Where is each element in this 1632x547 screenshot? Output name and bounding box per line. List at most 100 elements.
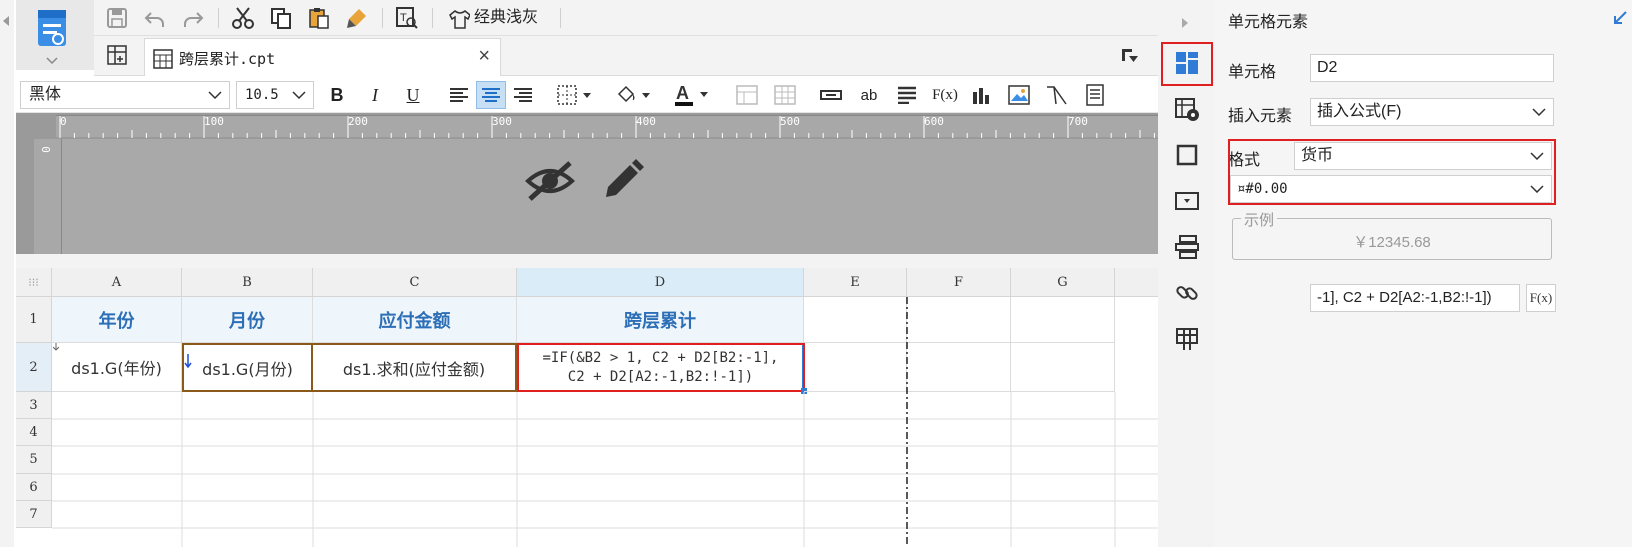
align-left-icon[interactable] xyxy=(446,81,472,109)
row-header-5[interactable]: 5 xyxy=(16,446,52,474)
cell-f2[interactable] xyxy=(907,343,1011,392)
cell-g2[interactable] xyxy=(1011,343,1115,392)
insert-richtext-icon[interactable] xyxy=(894,81,920,109)
column-header-a[interactable]: A xyxy=(52,268,182,297)
insert-slash-icon[interactable] xyxy=(1044,81,1070,109)
border-select-icon[interactable] xyxy=(556,81,596,109)
fill-color-icon[interactable] xyxy=(612,81,656,109)
italic-button[interactable]: I xyxy=(362,81,388,109)
hyperlink-icon[interactable] xyxy=(1172,278,1202,308)
insert-element-select[interactable]: 插入公式(F) xyxy=(1310,98,1554,126)
spreadsheet-grid: ⁝⁝⁝ A B C D E F G 1 2 3 4 5 6 7 年份 月份 应付… xyxy=(16,268,1182,547)
edit-pencil-icon[interactable] xyxy=(598,157,646,205)
row-header-6[interactable]: 6 xyxy=(16,474,52,501)
ruler-tick-label: 500 xyxy=(780,115,800,128)
sample-label: 示例 xyxy=(1241,209,1278,230)
formula-input[interactable]: -1], C2 + D2[A2:-1,B2:!-1]) xyxy=(1310,284,1520,312)
freeze-icon[interactable] xyxy=(1172,324,1202,354)
cut-icon[interactable] xyxy=(228,4,258,32)
cell-attribute-icon[interactable] xyxy=(1172,94,1202,124)
format-painter-icon[interactable] xyxy=(342,4,372,32)
ruler-tick-label: 700 xyxy=(1068,115,1088,128)
undo-icon[interactable] xyxy=(140,4,170,32)
condition-attribute-icon[interactable] xyxy=(1172,232,1202,262)
column-header-f[interactable]: F xyxy=(907,268,1011,297)
cell-b2[interactable]: ds1.G(月份) xyxy=(182,343,313,392)
select-all-corner[interactable]: ⁝⁝⁝ xyxy=(16,268,52,297)
collapse-panel-icon[interactable] xyxy=(1612,10,1628,26)
insert-formula-button[interactable]: F(x) xyxy=(930,81,960,109)
chevron-down-icon xyxy=(205,82,225,108)
font-size-select[interactable]: 10.5 xyxy=(236,81,314,109)
expand-down-icon xyxy=(184,354,192,368)
cell-g1[interactable] xyxy=(1011,297,1115,343)
cell-a1[interactable]: 年份 xyxy=(52,297,182,343)
tab-file[interactable]: 跨层累计.cpt × xyxy=(144,38,501,76)
vertical-ruler: 0 xyxy=(34,139,62,254)
cell-border-icon[interactable] xyxy=(1172,140,1202,170)
column-header-c[interactable]: C xyxy=(313,268,517,297)
unmerge-cells-icon[interactable] xyxy=(772,81,798,109)
vertical-ruler-tick: 0 xyxy=(38,146,52,153)
cell-e2[interactable] xyxy=(804,343,907,392)
font-name-select[interactable]: 黑体 xyxy=(20,81,230,109)
insert-element-label: 插入元素 xyxy=(1228,108,1293,125)
underline-button[interactable]: U xyxy=(400,81,426,109)
column-header-b[interactable]: B xyxy=(182,268,313,297)
cell-a2[interactable]: ds1.G(年份) xyxy=(52,343,182,392)
row-header-4[interactable]: 4 xyxy=(16,419,52,446)
row-header-7[interactable]: 7 xyxy=(16,501,52,528)
column-header-e[interactable]: E xyxy=(804,268,907,297)
left-collapse-strip[interactable] xyxy=(0,0,14,547)
expand-arrow-icon[interactable] xyxy=(1180,16,1190,30)
cell-f1[interactable] xyxy=(907,297,1011,343)
font-name-value: 黑体 xyxy=(29,86,62,103)
column-header-g[interactable]: G xyxy=(1011,268,1115,297)
cell-name-input[interactable]: D2 xyxy=(1310,54,1554,82)
save-icon[interactable] xyxy=(102,4,132,32)
column-header-d[interactable]: D xyxy=(517,268,804,297)
area-separator xyxy=(16,254,1204,268)
cell-c1[interactable]: 应付金额 xyxy=(313,297,517,343)
insert-chart-icon[interactable] xyxy=(968,81,994,109)
insert-cell-icon[interactable] xyxy=(818,81,844,109)
page-break-line xyxy=(906,297,908,547)
row-header-2[interactable]: 2 xyxy=(16,343,52,392)
bold-button[interactable]: B xyxy=(324,81,350,109)
horizontal-ruler: 0 100 200 300 400 500 600 700 xyxy=(16,113,1204,139)
report-file-icon xyxy=(153,49,173,69)
cell-e1[interactable] xyxy=(804,297,907,343)
insert-text-button[interactable]: ab xyxy=(856,81,882,109)
theme-button[interactable]: 经典浅灰 xyxy=(446,0,566,36)
align-center-icon[interactable] xyxy=(476,81,506,109)
font-size-value: 10.5 xyxy=(245,87,279,103)
tab-label: 跨层累计.cpt xyxy=(179,50,276,68)
font-color-icon[interactable]: A xyxy=(670,81,714,109)
ruler-tick-label: 600 xyxy=(924,115,944,128)
paste-icon[interactable] xyxy=(304,4,334,32)
chevron-down-icon xyxy=(289,82,309,108)
formula-editor-button[interactable]: F(x) xyxy=(1526,284,1556,312)
widget-icon[interactable] xyxy=(1172,186,1202,216)
insert-image-icon[interactable] xyxy=(1006,81,1032,109)
insert-subreport-icon[interactable] xyxy=(1082,81,1108,109)
preview-icon[interactable]: T xyxy=(392,4,422,32)
shirt-icon xyxy=(449,10,470,29)
app-logo[interactable] xyxy=(16,0,94,70)
merge-cells-icon[interactable] xyxy=(734,81,760,109)
sample-box: 示例 ￥12345.68 xyxy=(1232,209,1552,260)
panel-toggle-icon[interactable] xyxy=(1120,46,1140,66)
row-header-1[interactable]: 1 xyxy=(16,297,52,343)
page-header-area: 0 xyxy=(16,139,1204,254)
hide-eye-icon[interactable] xyxy=(524,157,576,205)
header-canvas[interactable] xyxy=(62,139,1204,254)
cell-c2[interactable]: ds1.求和(应付金额) xyxy=(313,343,517,392)
cell-b1[interactable]: 月份 xyxy=(182,297,313,343)
grid-view-icon[interactable] xyxy=(106,44,128,66)
cell-d1[interactable]: 跨层累计 xyxy=(517,297,804,343)
copy-icon[interactable] xyxy=(266,4,296,32)
align-right-icon[interactable] xyxy=(510,81,536,109)
row-header-3[interactable]: 3 xyxy=(16,392,52,419)
close-tab-icon[interactable]: × xyxy=(478,45,490,68)
redo-icon[interactable] xyxy=(178,4,208,32)
